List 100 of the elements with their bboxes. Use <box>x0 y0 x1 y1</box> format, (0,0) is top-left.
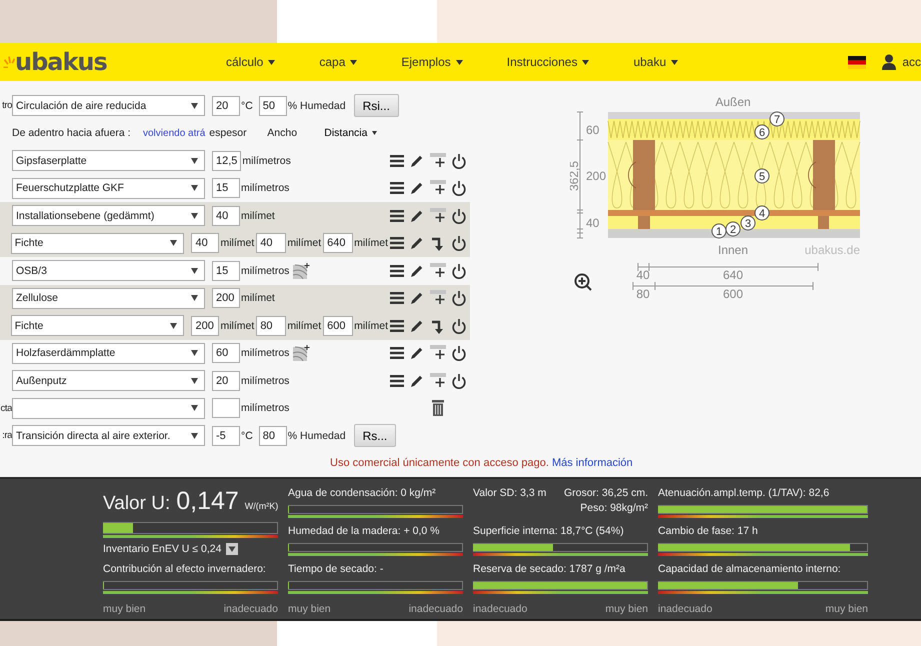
thickness-field[interactable]: 40 <box>212 206 240 226</box>
add-layer-icon[interactable] <box>430 152 446 169</box>
back-link[interactable]: volviendo atrá <box>143 128 206 139</box>
nav-menu[interactable]: cálculo <box>226 55 276 69</box>
menu-icon[interactable] <box>390 236 404 250</box>
menu-icon[interactable] <box>390 318 404 333</box>
thickness-field[interactable]: 20 <box>212 370 240 391</box>
turn-arrow-icon[interactable] <box>430 235 446 252</box>
thickness-field[interactable]: 15 <box>212 178 240 198</box>
pencil-icon[interactable] <box>410 374 424 388</box>
add-layer-icon[interactable] <box>430 290 446 306</box>
humidity-field[interactable]: 50 <box>258 96 287 116</box>
pencil-icon[interactable] <box>410 208 424 223</box>
caret-icon <box>191 158 198 164</box>
material-select[interactable]: Fichte <box>10 315 184 336</box>
scale-label: inadecuado <box>473 603 528 615</box>
resistance-button[interactable]: Rs... <box>354 424 396 448</box>
material-select[interactable]: Installationsebene (gedämmt) <box>12 205 205 226</box>
dropdown-icon[interactable] <box>226 543 238 555</box>
scale-label: muy bien <box>605 603 648 615</box>
thickness-field[interactable]: 200 <box>191 316 220 336</box>
caret-icon <box>671 60 678 64</box>
power-icon[interactable] <box>452 152 466 169</box>
material-select[interactable]: Außenputz <box>12 370 205 392</box>
air-select[interactable]: Circulación de aire reducida <box>12 95 205 116</box>
humidity-field[interactable]: 80 <box>258 426 287 446</box>
account-link[interactable]: acc <box>902 55 921 69</box>
material-select[interactable]: Holzfaserdämmplatte <box>12 342 205 364</box>
result-label: Cambio de fase: 17 h <box>658 525 759 537</box>
trash-icon[interactable] <box>432 400 444 416</box>
texture-icon[interactable] <box>293 262 310 279</box>
logo[interactable]: ubakus <box>15 48 107 76</box>
scale-label: muy bien <box>288 603 331 615</box>
thickness-field[interactable]: 15 <box>212 260 240 281</box>
nav-menu[interactable]: Instrucciones <box>506 55 590 69</box>
result-label: Contribución al efecto invernadero: <box>103 563 267 575</box>
nav-menu[interactable]: ubaku <box>633 55 678 69</box>
pencil-icon[interactable] <box>410 318 424 333</box>
unit-label: milímetros <box>241 264 290 277</box>
power-icon[interactable] <box>452 290 466 306</box>
air-select[interactable]: Transición directa al aire exterior. <box>12 425 205 446</box>
resistance-button[interactable]: Rsi... <box>354 94 399 118</box>
user-icon[interactable] <box>882 54 896 70</box>
thickness-field[interactable] <box>212 398 240 418</box>
add-layer-icon[interactable] <box>430 180 446 196</box>
thickness-field[interactable]: 40 <box>191 233 220 254</box>
caret-icon <box>191 350 198 356</box>
flag-icon[interactable] <box>848 56 866 68</box>
pencil-icon[interactable] <box>410 154 424 168</box>
nav-menu[interactable]: capa <box>319 55 358 69</box>
unit-label: milímet <box>220 237 254 250</box>
thickness-field[interactable]: 60 <box>212 343 240 364</box>
temperature-field[interactable]: -5 <box>212 426 240 446</box>
thickness-field[interactable]: 12,5 <box>212 150 242 171</box>
pencil-icon[interactable] <box>410 291 424 306</box>
sort-menu[interactable]: Distancia <box>324 127 378 140</box>
power-icon[interactable] <box>452 235 466 252</box>
material-select[interactable]: OSB/3 <box>12 260 205 282</box>
dimension-label: 40 <box>586 216 600 230</box>
width-field[interactable]: 80 <box>256 316 286 336</box>
power-icon[interactable] <box>452 372 466 389</box>
menu-icon[interactable] <box>390 346 404 360</box>
distance-field[interactable]: 640 <box>323 233 354 254</box>
caret-icon <box>170 322 178 329</box>
power-icon[interactable] <box>452 345 466 362</box>
temperature-field[interactable]: 20 <box>212 96 240 116</box>
material-select[interactable]: Zellulose <box>12 288 205 309</box>
caret-icon <box>191 432 198 439</box>
direction-label: De adentro hacia afuera : <box>12 127 132 140</box>
distance-field[interactable]: 600 <box>323 316 354 336</box>
add-layer-icon[interactable] <box>430 208 446 224</box>
add-layer-icon[interactable] <box>430 262 446 279</box>
menu-icon[interactable] <box>390 374 404 388</box>
texture-icon[interactable] <box>293 345 310 362</box>
unit-label: milímet <box>287 320 322 332</box>
material-select[interactable]: Fichte <box>10 232 184 254</box>
menu-icon[interactable] <box>390 208 404 223</box>
zoom-in-icon[interactable] <box>574 274 592 291</box>
dimension-label: 60 <box>586 123 600 137</box>
pencil-icon[interactable] <box>410 264 424 278</box>
pencil-icon[interactable] <box>410 181 424 196</box>
material-select[interactable]: Gipsfaserplatte <box>12 150 205 172</box>
power-icon[interactable] <box>452 318 466 334</box>
nav-menu[interactable]: Ejemplos <box>401 55 463 69</box>
power-icon[interactable] <box>452 180 466 196</box>
unit-label: milímet <box>220 320 254 332</box>
thickness-field[interactable]: 200 <box>212 288 240 308</box>
add-layer-icon[interactable] <box>430 345 446 362</box>
material-select[interactable]: Feuerschutzplatte GKF <box>12 178 205 199</box>
power-icon[interactable] <box>452 208 466 224</box>
info-link[interactable]: Más información <box>552 457 633 470</box>
menu-icon[interactable] <box>390 291 404 306</box>
power-icon[interactable] <box>452 262 466 279</box>
add-layer-icon[interactable] <box>430 372 446 389</box>
menu-icon[interactable] <box>390 154 404 168</box>
pencil-icon[interactable] <box>410 346 424 360</box>
pencil-icon[interactable] <box>410 236 424 250</box>
width-field[interactable]: 40 <box>256 233 286 254</box>
menu-icon[interactable] <box>390 264 404 278</box>
menu-icon[interactable] <box>390 181 404 196</box>
